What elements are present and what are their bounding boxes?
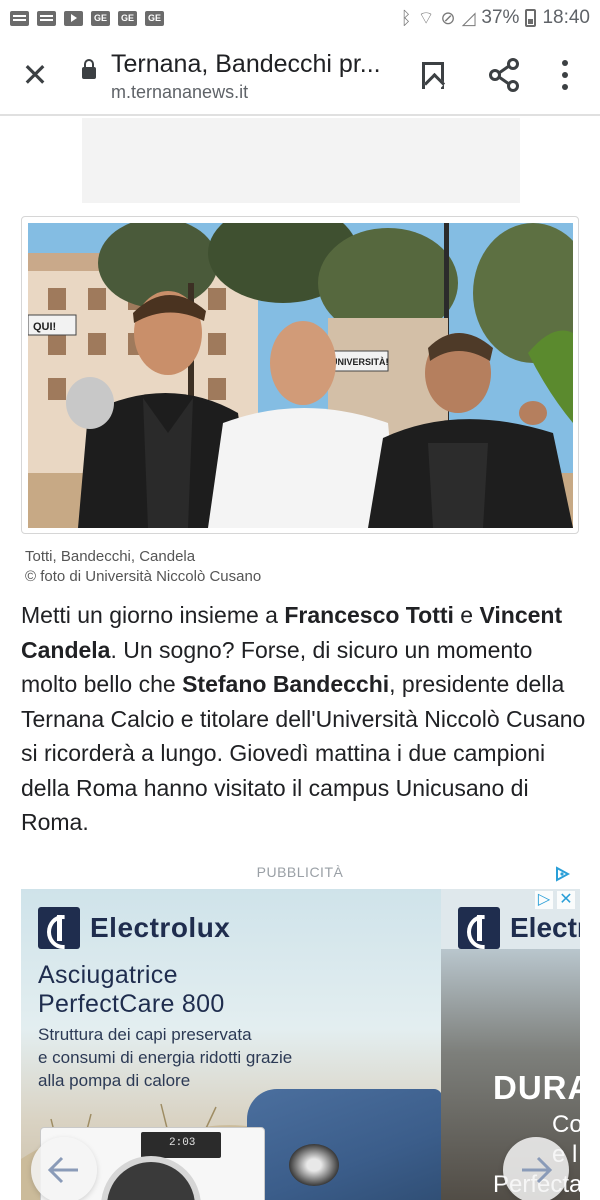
arrow-right-icon [522,1156,553,1184]
bluetooth-icon: ᛒ [400,7,412,28]
article-image-frame: QUI! UNIVERSITÀ! [21,216,579,534]
article-body: Metti un giorno insieme a Francesco Tott… [21,598,586,840]
ge-icon: GE [145,10,164,26]
news-icon [10,10,29,26]
ad-brand-name: Electrolux [90,912,231,943]
adchoices-icon[interactable] [554,866,571,882]
washer-display-text: 2:03 [169,1137,196,1149]
arrow-left-icon [47,1156,78,1184]
clock: 18:40 [542,7,590,28]
browser-toolbar: ✕ Ternana, Bandecchi pr... m.ternananews… [0,36,600,116]
adchoices-icon[interactable]: ▷ [535,891,553,909]
lock-icon[interactable] [82,59,96,79]
close-icon[interactable]: ✕ [20,59,50,91]
electrolux-logo-icon [38,907,80,949]
close-ad-icon[interactable]: ✕ [557,891,575,909]
side-ad-text: DURA [493,1069,580,1106]
notification-icons: GE GE GE [10,10,164,26]
carousel-prev-button[interactable] [31,1137,97,1200]
bookmark-icon[interactable] [422,62,444,89]
more-options-icon[interactable] [556,60,576,90]
jeans-image [247,1089,441,1200]
sign-left-text: QUI! [33,321,56,333]
side-ad-text: Co [552,1111,580,1138]
photo-caption: Totti, Bandecchi, Candela © foto di Univ… [25,547,261,587]
article-text: e [453,602,480,628]
washer-door [101,1156,201,1200]
battery-icon [525,9,537,27]
page-url[interactable]: m.ternananews.it [111,82,248,103]
news-icon [37,10,56,26]
ad-headline-line: Asciugatrice [38,961,178,989]
ad-description-line: e consumi di energia ridotti grazie [38,1048,293,1067]
side-ad-brand-name: Electr [510,912,580,943]
ad-brand: Electrolux [38,907,230,949]
ge-icon: GE [91,10,110,26]
sign-right-text: UNIVERSITÀ! [331,357,389,367]
advertising-label: PUBBLICITÀ [256,864,344,880]
electrolux-logo-icon [458,907,500,949]
article-text: Metti un giorno insieme a [21,602,285,628]
ad-placeholder [82,118,520,203]
page-title[interactable]: Ternana, Bandecchi pr... [111,50,391,79]
side-ad-brand: Electr [458,907,580,949]
ad-headline-line: PerfectCare 800 [38,990,225,1018]
caption-names: Totti, Bandecchi, Candela [25,548,196,565]
ad-headline: Asciugatrice PerfectCare 800 [38,961,225,1019]
jeans-badge-image [289,1144,339,1186]
washer-display: 2:03 [141,1132,221,1158]
youtube-icon [64,10,83,26]
article-bold-name: Stefano Bandecchi [182,671,390,697]
battery-percent: 37% [481,7,520,28]
article-photo[interactable]: QUI! UNIVERSITÀ! [28,223,573,528]
signal-icon: ◿ [461,7,476,28]
ad-description-line: Struttura dei capi preservata [38,1025,252,1044]
no-sim-icon: ⊘ [440,7,456,28]
status-bar: GE GE GE ᛒ ⌔ ⊘ ◿ 37% 18:40 [0,0,600,36]
ad-description-line: alla pompa di calore [38,1071,191,1090]
system-indicators: ᛒ ⌔ ⊘ ◿ 37% 18:40 [401,7,590,30]
ad-description: Struttura dei capi preservata e consumi … [38,1023,292,1092]
side-adchoices: ▷ ✕ [535,891,575,909]
share-icon[interactable] [488,58,520,92]
article-bold-name: Francesco Totti [284,602,454,628]
wifi-icon: ⌔ [417,7,435,28]
caption-credit: © foto di Università Niccolò Cusano [25,568,262,585]
ge-icon: GE [118,10,137,26]
carousel-next-button[interactable] [503,1137,569,1200]
